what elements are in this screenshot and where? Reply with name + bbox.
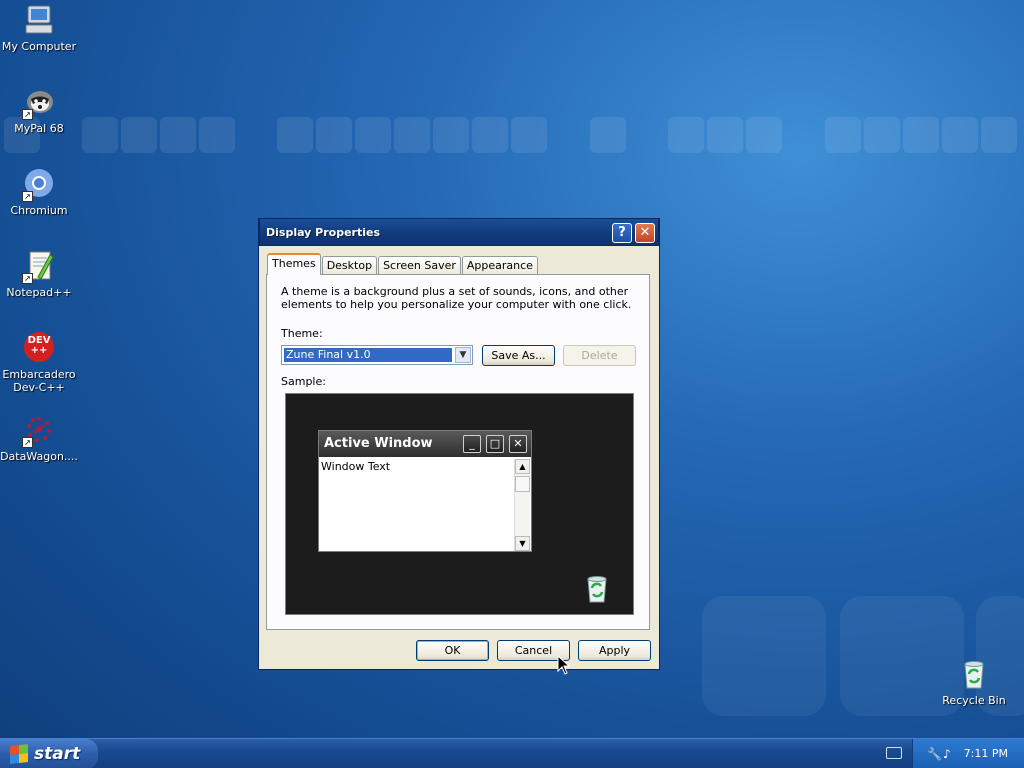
volume-icon[interactable]: ♪: [943, 747, 951, 761]
desktop-icon-devcpp[interactable]: DEV ++ Embarcadero Dev-C++: [0, 331, 79, 394]
windows-logo-icon: [10, 744, 28, 764]
desktop-icon-label: Recycle Bin: [942, 694, 1006, 707]
shortcut-arrow-icon: ↗: [22, 109, 33, 120]
shortcut-arrow-icon: ↗: [22, 191, 33, 202]
maximize-icon: □: [486, 435, 504, 453]
dialog-tabs: Themes Desktop Screen Saver Appearance: [267, 253, 539, 275]
ok-button[interactable]: OK: [416, 640, 489, 661]
delete-button: Delete: [563, 345, 636, 366]
desktop-icon-label: My Computer: [1, 40, 77, 53]
desktop-icon-recycle-bin[interactable]: Recycle Bin: [934, 657, 1014, 707]
theme-description: A theme is a background plus a set of so…: [281, 285, 632, 311]
tab-desktop[interactable]: Desktop: [321, 256, 378, 275]
desktop-icon-my-computer[interactable]: My Computer: [0, 3, 79, 53]
apply-button[interactable]: Apply: [578, 640, 651, 661]
chevron-down-icon[interactable]: ▼: [455, 347, 471, 363]
network-icon[interactable]: 🔧: [927, 747, 942, 761]
tab-themes[interactable]: Themes: [267, 253, 321, 275]
keyboard-icon[interactable]: [886, 747, 902, 759]
recycle-bin-icon: [957, 657, 991, 691]
desktop-icon-mypal[interactable]: ↗ MyPal 68: [0, 85, 79, 135]
scroll-thumb: [515, 476, 530, 492]
minimize-icon: _: [463, 435, 481, 453]
scroll-up-icon: ▲: [515, 459, 530, 474]
mypal-icon: ↗: [22, 85, 56, 120]
dialog-title: Display Properties: [266, 225, 381, 239]
themes-panel: A theme is a background plus a set of so…: [266, 274, 650, 630]
start-button[interactable]: start: [0, 739, 98, 768]
taskbar: start 🔧 ♪ 7:11 PM: [0, 738, 1024, 768]
close-icon: ✕: [509, 435, 527, 453]
shortcut-arrow-icon: ↗: [22, 437, 33, 448]
clock[interactable]: 7:11 PM: [964, 747, 1008, 760]
scroll-down-icon: ▼: [515, 536, 530, 551]
shortcut-arrow-icon: ↗: [22, 273, 33, 284]
sample-label: Sample:: [281, 375, 326, 388]
sample-active-window: Active Window _ □ ✕ Window Text ▲ ▼: [318, 430, 532, 552]
desktop-icon-label: Notepad++: [6, 286, 72, 299]
desktop-icon-chromium[interactable]: ↗ Chromium: [0, 167, 79, 217]
tab-screen-saver[interactable]: Screen Saver: [378, 256, 461, 275]
theme-sample-preview: Active Window _ □ ✕ Window Text ▲ ▼: [285, 393, 634, 615]
sample-recycle-bin-icon: [583, 574, 611, 604]
sample-window-text: Window Text: [321, 460, 391, 473]
dialog-titlebar[interactable]: Display Properties ? ✕: [259, 218, 659, 246]
desktop-icon-label: Chromium: [10, 204, 68, 217]
mouse-cursor-icon: [557, 654, 571, 678]
my-computer-icon: [22, 3, 56, 37]
help-button[interactable]: ?: [612, 223, 632, 243]
desktop-icon-notepadpp[interactable]: ↗ Notepad++: [0, 249, 79, 299]
tab-appearance[interactable]: Appearance: [461, 256, 538, 275]
theme-select[interactable]: Zune Final v1.0 ▼: [281, 345, 473, 365]
display-properties-dialog: Display Properties ? ✕ Themes Desktop Sc…: [258, 218, 660, 670]
devcpp-icon-badge: DEV ++: [27, 335, 51, 356]
theme-label: Theme:: [281, 327, 323, 340]
system-tray: 🔧 ♪ 7:11 PM: [912, 739, 1024, 768]
sample-window-titlebar: Active Window _ □ ✕: [319, 431, 531, 457]
desktop-icon-datawagon[interactable]: ↗ DataWagon....: [0, 413, 79, 463]
notepadpp-icon: ↗: [22, 249, 56, 284]
sample-scrollbar: ▲ ▼: [514, 459, 530, 551]
start-label: start: [34, 744, 81, 764]
desktop-icon-label: MyPal 68: [14, 122, 64, 135]
theme-select-value: Zune Final v1.0: [283, 347, 453, 363]
close-button[interactable]: ✕: [635, 223, 655, 243]
desktop-icon-label: Embarcadero Dev-C++: [2, 368, 76, 394]
save-as-button[interactable]: Save As...: [482, 345, 555, 366]
datawagon-icon: ↗: [22, 413, 56, 448]
sample-window-title: Active Window: [324, 436, 433, 451]
desktop-icon-label: DataWagon....: [0, 450, 78, 463]
chromium-icon: ↗: [22, 167, 56, 202]
devcpp-icon: DEV ++: [22, 331, 56, 365]
